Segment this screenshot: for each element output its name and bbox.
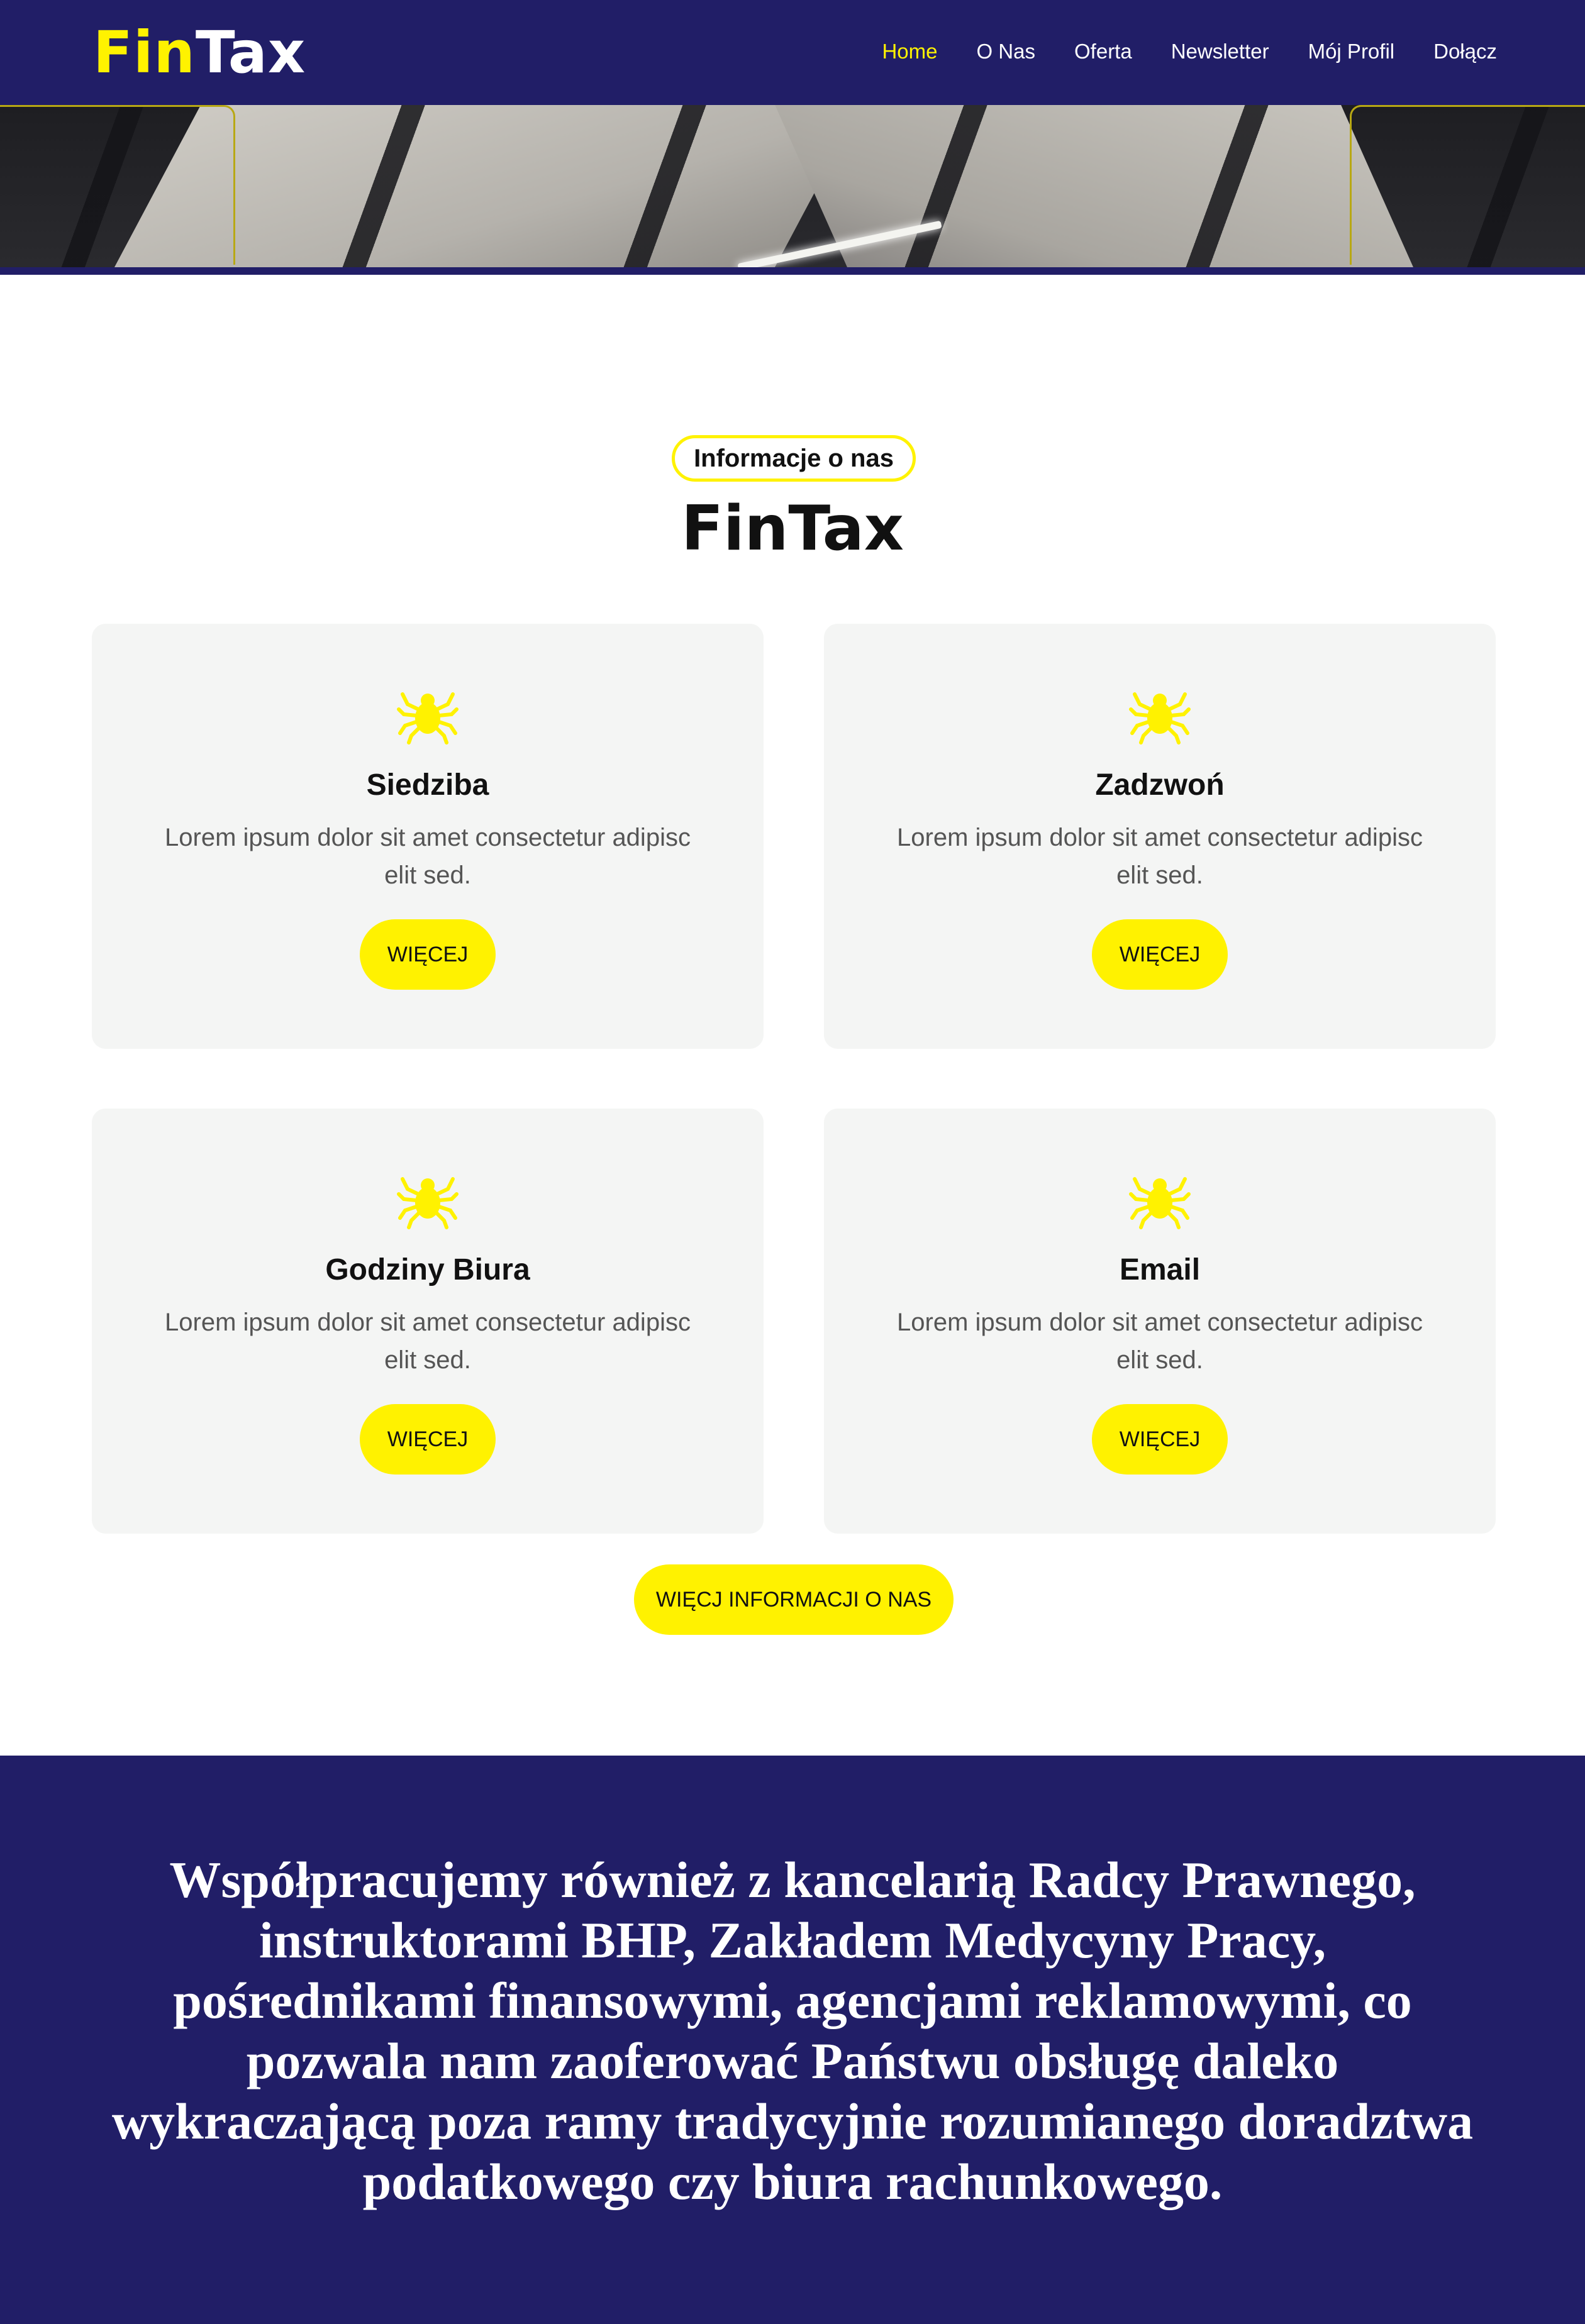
spider-icon [397, 1177, 459, 1229]
partners-band: Współpracujemy również z kancelarią Radc… [0, 1756, 1585, 2324]
info-card-email: Email Lorem ipsum dolor sit amet consect… [824, 1109, 1496, 1534]
nav-o-nas[interactable]: O Nas [976, 36, 1035, 67]
spider-icon [397, 692, 459, 744]
ceiling-beams [0, 105, 1585, 267]
info-card-siedziba: Siedziba Lorem ipsum dolor sit amet cons… [92, 624, 764, 1049]
hero-divider [0, 267, 1585, 275]
card-description: Lorem ipsum dolor sit amet consectetur a… [897, 824, 1423, 889]
nav-dolacz[interactable]: Dołącz [1433, 36, 1497, 67]
main-nav: Home O Nas Oferta Newsletter Mój Profil … [843, 36, 1497, 67]
card-title: Zadzwoń [1095, 768, 1225, 802]
logo-fin: Fin [93, 19, 196, 86]
logo-tax: Tax [195, 19, 306, 86]
nav-moj-profil[interactable]: Mój Profil [1308, 36, 1395, 67]
site-header: FinTax Home O Nas Oferta Newsletter Mój … [0, 0, 1585, 105]
more-button[interactable]: WIĘCEJ [360, 919, 496, 990]
section-label: Informacje o nas [672, 435, 916, 482]
card-description: Lorem ipsum dolor sit amet consectetur a… [165, 824, 691, 889]
logo[interactable]: FinTax [93, 21, 306, 84]
card-description: Lorem ipsum dolor sit amet consectetur a… [165, 1309, 691, 1374]
card-description: Lorem ipsum dolor sit amet consectetur a… [897, 1309, 1423, 1374]
nav-oferta[interactable]: Oferta [1074, 36, 1132, 67]
more-info-button[interactable]: WIĘCJ INFORMACJI O NAS [634, 1564, 954, 1635]
spider-icon [1129, 692, 1191, 744]
more-button[interactable]: WIĘCEJ [1092, 919, 1228, 990]
card-title: Godziny Biura [325, 1253, 530, 1286]
more-button[interactable]: WIĘCEJ [1092, 1404, 1228, 1475]
nav-newsletter[interactable]: Newsletter [1171, 36, 1269, 67]
hero-image [0, 105, 1585, 267]
card-title: Siedziba [366, 768, 489, 802]
info-card-zadzwon: Zadzwoń Lorem ipsum dolor sit amet conse… [824, 624, 1496, 1049]
section-title: FinTax [681, 493, 904, 565]
more-button[interactable]: WIĘCEJ [360, 1404, 496, 1475]
info-card-godziny-biura: Godziny Biura Lorem ipsum dolor sit amet… [92, 1109, 764, 1534]
card-title: Email [1119, 1253, 1201, 1286]
frame-decoration-left [0, 105, 235, 265]
nav-home[interactable]: Home [882, 36, 937, 67]
frame-decoration-right [1350, 105, 1585, 265]
spider-icon [1129, 1177, 1191, 1229]
partners-text: Współpracujemy również z kancelarią Radc… [111, 1851, 1474, 2210]
